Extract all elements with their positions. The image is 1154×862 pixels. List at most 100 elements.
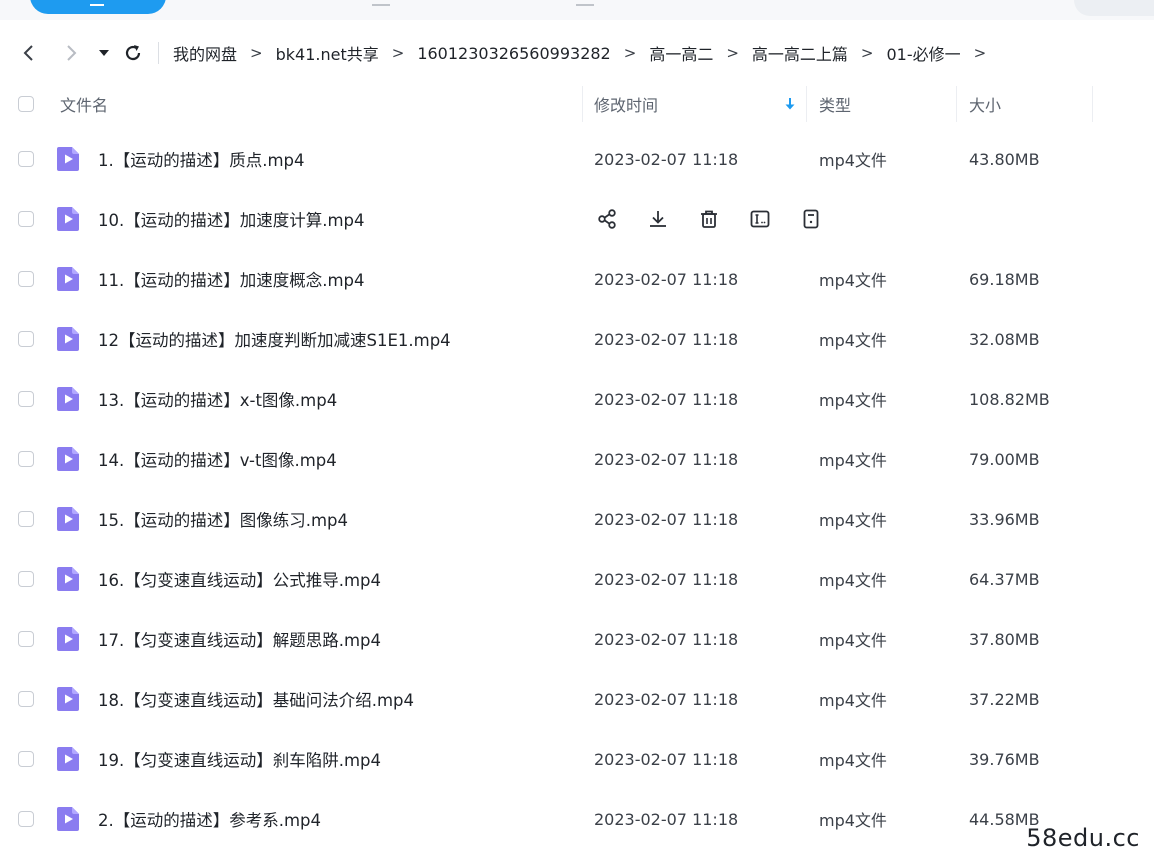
upload-button[interactable]	[30, 0, 166, 14]
toolbar-icon[interactable]	[576, 0, 594, 6]
column-divider	[1092, 86, 1093, 122]
chevron-right-icon	[67, 45, 77, 61]
video-file-icon	[56, 566, 80, 596]
column-header-type[interactable]: 类型	[819, 80, 851, 128]
modified-time: 2023-02-07 11:18	[594, 749, 739, 769]
breadcrumb-item[interactable]: bk41.net共享	[274, 41, 381, 65]
row-checkbox[interactable]	[18, 331, 34, 347]
file-list-header: 文件名 修改时间 类型 大小	[0, 80, 1154, 128]
file-size: 39.76MB	[969, 749, 1040, 769]
file-type: mp4文件	[819, 691, 887, 710]
history-dropdown[interactable]	[92, 36, 116, 70]
file-name[interactable]: 13.【运动的描述】x-t图像.mp4	[98, 369, 337, 429]
row-checkbox[interactable]	[18, 151, 34, 167]
row-checkbox[interactable]	[18, 451, 34, 467]
breadcrumb-separator-icon: >	[623, 44, 637, 62]
file-name[interactable]: 1.【运动的描述】质点.mp4	[98, 129, 305, 189]
row-actions	[594, 206, 849, 232]
row-checkbox[interactable]	[18, 811, 34, 827]
row-checkbox[interactable]	[18, 571, 34, 587]
file-size: 33.96MB	[969, 509, 1040, 529]
file-type: mp4文件	[819, 751, 887, 770]
row-checkbox[interactable]	[18, 631, 34, 647]
file-name[interactable]: 16.【匀变速直线运动】公式推导.mp4	[98, 549, 381, 609]
file-list: 1.【运动的描述】质点.mp4 2023-02-07 11:18 mp4文件 43.8…	[0, 129, 1154, 849]
file-name[interactable]: 2.【运动的描述】参考系.mp4	[98, 789, 321, 849]
row-checkbox[interactable]	[18, 211, 34, 227]
share-icon[interactable]	[594, 206, 620, 232]
row-checkbox[interactable]	[18, 391, 34, 407]
file-name[interactable]: 18.【匀变速直线运动】基础问法介绍.mp4	[98, 669, 414, 729]
file-row[interactable]: 14.【运动的描述】v-t图像.mp4 2023-02-07 11:18 mp4文件…	[0, 429, 1154, 489]
file-row[interactable]: 16.【匀变速直线运动】公式推导.mp4 2023-02-07 11:18 mp4文…	[0, 549, 1154, 609]
column-divider	[582, 86, 583, 122]
video-file-icon	[56, 386, 80, 416]
file-name[interactable]: 12【运动的描述】加速度判断加减速S1E1.mp4	[98, 309, 451, 369]
file-name[interactable]: 14.【运动的描述】v-t图像.mp4	[98, 429, 337, 489]
select-all-checkbox[interactable]	[18, 80, 34, 128]
breadcrumb-item-current[interactable]: 01-必修一	[885, 41, 963, 65]
file-name[interactable]: 17.【匀变速直线运动】解题思路.mp4	[98, 609, 381, 669]
column-divider	[806, 86, 807, 122]
file-row[interactable]: 15.【运动的描述】图像练习.mp4 2023-02-07 11:18 mp4文件 3…	[0, 489, 1154, 549]
file-row[interactable]: 1.【运动的描述】质点.mp4 2023-02-07 11:18 mp4文件 43.8…	[0, 129, 1154, 189]
file-name[interactable]: 11.【运动的描述】加速度概念.mp4	[98, 249, 365, 309]
column-header-size[interactable]: 大小	[969, 80, 1001, 128]
file-name[interactable]: 19.【匀变速直线运动】刹车陷阱.mp4	[98, 729, 381, 789]
modified-time: 2023-02-07 11:18	[594, 149, 739, 169]
row-checkbox[interactable]	[18, 271, 34, 287]
file-size: 37.80MB	[969, 629, 1040, 649]
modified-time: 2023-02-07 11:18	[594, 689, 739, 709]
file-type: mp4文件	[819, 451, 887, 470]
breadcrumb-separator-icon: >	[726, 44, 739, 62]
download-icon[interactable]	[645, 206, 671, 232]
delete-icon[interactable]	[696, 206, 722, 232]
file-row[interactable]: 13.【运动的描述】x-t图像.mp4 2023-02-07 11:18 mp4文件…	[0, 369, 1154, 429]
refresh-icon	[125, 45, 141, 61]
file-row[interactable]: 11.【运动的描述】加速度概念.mp4 2023-02-07 11:18 mp4文件…	[0, 249, 1154, 309]
column-header-time[interactable]: 修改时间	[594, 80, 658, 128]
file-size: 108.82MB	[969, 389, 1050, 409]
file-row[interactable]: 18.【匀变速直线运动】基础问法介绍.mp4 2023-02-07 11:18 mp…	[0, 669, 1154, 729]
column-header-name[interactable]: 文件名	[60, 80, 108, 128]
video-file-icon	[56, 806, 80, 836]
breadcrumb-item[interactable]: 高一高二上篇	[750, 41, 850, 65]
file-name[interactable]: 10.【运动的描述】加速度计算.mp4	[98, 189, 365, 249]
row-checkbox[interactable]	[18, 691, 34, 707]
file-name[interactable]: 15.【运动的描述】图像练习.mp4	[98, 489, 348, 549]
file-size: 79.00MB	[969, 449, 1040, 469]
file-type: mp4文件	[819, 391, 887, 410]
modified-time: 2023-02-07 11:18	[594, 509, 739, 529]
file-size: 32.08MB	[969, 329, 1040, 349]
breadcrumb-separator-icon: >	[250, 44, 263, 62]
refresh-button[interactable]	[116, 36, 150, 70]
video-file-icon	[56, 326, 80, 356]
modified-time: 2023-02-07 11:18	[594, 809, 739, 829]
row-checkbox[interactable]	[18, 751, 34, 767]
forward-button[interactable]	[54, 36, 88, 70]
row-checkbox[interactable]	[18, 511, 34, 527]
file-size: 64.37MB	[969, 569, 1040, 589]
file-row[interactable]: 19.【匀变速直线运动】刹车陷阱.mp4 2023-02-07 11:18 mp4文…	[0, 729, 1154, 789]
rename-icon[interactable]	[747, 206, 773, 232]
file-row[interactable]: 10.【运动的描述】加速度计算.mp4	[0, 189, 1154, 249]
breadcrumb-item[interactable]: 高一高二	[647, 41, 715, 65]
video-file-icon	[56, 506, 80, 536]
modified-time: 2023-02-07 11:18	[594, 629, 739, 649]
file-row[interactable]: 12【运动的描述】加速度判断加减速S1E1.mp4 2023-02-07 11:1…	[0, 309, 1154, 369]
file-size: 43.80MB	[969, 149, 1040, 169]
nav-divider	[158, 42, 159, 64]
breadcrumb-item[interactable]: 我的网盘	[171, 41, 239, 65]
more-icon[interactable]	[798, 206, 824, 232]
file-type: mp4文件	[819, 631, 887, 650]
sort-desc-icon[interactable]	[784, 80, 796, 128]
file-row[interactable]: 2.【运动的描述】参考系.mp4 2023-02-07 11:18 mp4文件 44.…	[0, 789, 1154, 849]
file-type: mp4文件	[819, 511, 887, 530]
breadcrumb-item[interactable]: 1601230326560993282	[415, 44, 612, 63]
back-button[interactable]	[12, 36, 46, 70]
file-size: 37.22MB	[969, 689, 1040, 709]
toolbar-icon[interactable]	[372, 0, 390, 6]
file-row[interactable]: 17.【匀变速直线运动】解题思路.mp4 2023-02-07 11:18 mp4文…	[0, 609, 1154, 669]
breadcrumb-separator-icon: >	[973, 44, 987, 62]
column-divider	[956, 86, 957, 122]
